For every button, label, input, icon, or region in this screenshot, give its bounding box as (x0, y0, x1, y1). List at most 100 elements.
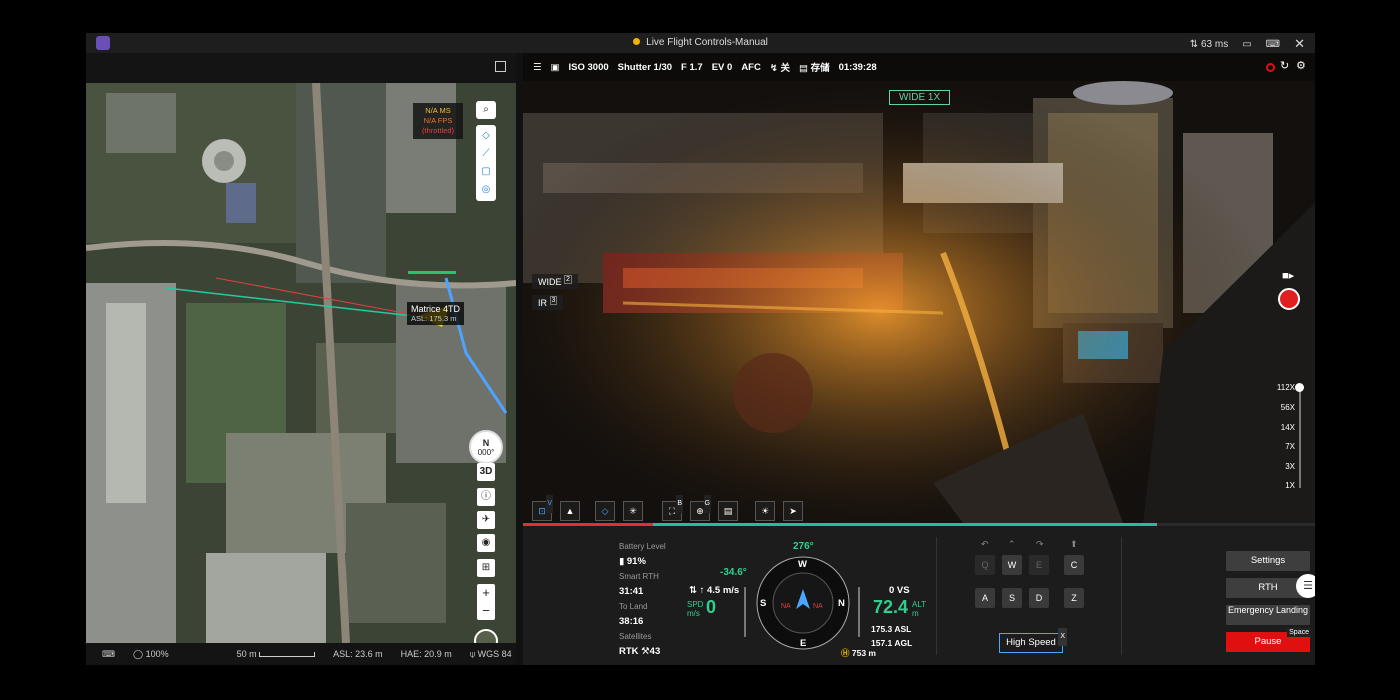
latency-text: 63 ms (1200, 38, 1229, 50)
refresh-icon[interactable]: ↻ (1280, 59, 1289, 72)
key-e[interactable]: E (1029, 555, 1049, 575)
rotate-right-icon: ↷ (1036, 539, 1044, 549)
map-footer: ⌨ ◯ 100% 50 m ASL: 23.6 m HAE: 20.9 m ⍦ … (86, 643, 516, 665)
zoom-out-button[interactable]: − (477, 602, 495, 620)
lens-ir-button[interactable]: IR 3 (532, 295, 564, 310)
sun-tool-icon[interactable]: ✳ (623, 501, 643, 521)
zoom-3x[interactable]: 3X (1285, 462, 1295, 471)
zoom-7x[interactable]: 7X (1285, 442, 1295, 451)
altitude-value: 72.4 (873, 597, 909, 617)
camera-feed[interactable] (523, 53, 1315, 523)
emergency-landing-button[interactable]: Emergency Landing (1226, 605, 1310, 625)
settings-button[interactable]: Settings (1226, 551, 1310, 571)
key-a[interactable]: A (975, 588, 995, 608)
zoom-1x[interactable]: 1X (1285, 481, 1295, 490)
zoom-control: + − (477, 584, 495, 620)
datum-text: WGS 84 (477, 648, 512, 659)
key-z[interactable]: Z (1064, 588, 1084, 608)
zoom-56x[interactable]: 56X (1281, 403, 1295, 412)
lens-wide-key: 2 (564, 275, 572, 284)
map-shape-toolbar: ◇ ⟋ ▢ ◎ (476, 125, 496, 201)
aircraft-locate-icon[interactable]: ✈ (477, 511, 495, 529)
polygon-icon[interactable]: ▢ (477, 163, 495, 181)
fstop-value[interactable]: F 1.7 (681, 62, 703, 73)
keyboard-icon[interactable]: ⌨ (1266, 39, 1280, 50)
zoom-slider[interactable] (1299, 386, 1301, 488)
nav-arrow-icon[interactable]: ➤ (783, 501, 803, 521)
key-q[interactable]: Q (975, 555, 995, 575)
key-w[interactable]: W (1002, 555, 1022, 575)
agl-readout: 157.1 AGL (871, 638, 913, 648)
keyboard-toggle-icon[interactable]: ⌨ (102, 649, 115, 660)
key-s[interactable]: S (1002, 588, 1022, 608)
ai-detect-icon[interactable]: ⛶ B (662, 495, 683, 521)
speed-value: 0 (706, 597, 717, 617)
zoom-14x[interactable]: 14X (1281, 423, 1295, 432)
iso-value[interactable]: ISO 3000 (569, 62, 609, 73)
my-location-icon[interactable]: ◉ (477, 534, 495, 552)
lens-wide-button[interactable]: WIDE 2 (532, 274, 578, 289)
speed-label: SPD m/s (687, 600, 703, 618)
scale-text: 50 m (236, 649, 257, 659)
speed-unit: m/s (687, 609, 700, 618)
map-panel[interactable]: N/A MS N/A FPS (throttled) ⌕ ◇ ⟋ ▢ ◎ Mat… (86, 53, 516, 665)
rth-label: Smart RTH (619, 572, 659, 581)
camera-menu-icon[interactable]: ☰ (533, 62, 542, 73)
shutter-value[interactable]: Shutter 1/30 (618, 62, 672, 73)
window-title: Live Flight Controls-Manual (86, 37, 1315, 48)
focus-mode[interactable]: AFC (741, 62, 761, 73)
map-search-icon[interactable]: ⌕ (477, 101, 495, 119)
pause-key-badge: Space (1287, 628, 1311, 637)
satellite-map[interactable] (86, 83, 516, 643)
camera-mode-icon[interactable]: ▣ (551, 62, 560, 73)
compass-e: E (800, 638, 807, 649)
zoom-slider-thumb[interactable] (1295, 383, 1304, 392)
perf-fps: N/A FPS (423, 116, 453, 125)
expand-map-icon[interactable] (495, 61, 506, 72)
close-icon[interactable]: ✕ (1294, 36, 1305, 52)
flash-text: 关 (780, 63, 790, 74)
camera-settings-icon[interactable]: ⚙ (1296, 59, 1306, 72)
grid-overlay-icon[interactable]: ⊡ V (532, 495, 553, 521)
track-target-icon[interactable]: ⊕ G (690, 495, 711, 521)
pause-button[interactable]: Pause Space (1226, 628, 1311, 652)
record-button[interactable] (1278, 288, 1300, 310)
info-icon[interactable]: ⓘ (477, 488, 495, 506)
map-compass[interactable]: N 000° (469, 430, 503, 464)
key-c[interactable]: C (1064, 555, 1084, 575)
compass-north: N (482, 438, 490, 448)
key-d[interactable]: D (1029, 588, 1049, 608)
scale-bar: 50 m (237, 649, 316, 659)
video-mode-icon[interactable]: ■▸ (1282, 269, 1294, 282)
ai-label-icon[interactable]: ▤ (718, 501, 738, 521)
perf-ms: N/A MS (425, 106, 451, 115)
lens-ir-key: 3 (549, 296, 558, 305)
map-3d-button[interactable]: 3D (477, 463, 495, 481)
lens-wide-label: WIDE (538, 277, 562, 287)
waypoint-icon[interactable]: ◇ (477, 127, 495, 145)
window-title-text: Live Flight Controls-Manual (646, 37, 768, 48)
vertical-speed-up: ⇅ ↑ 4.5 m/s (689, 585, 740, 596)
screen-icon[interactable]: ▭ (1242, 39, 1251, 50)
speed-mode-button[interactable]: High Speed X (999, 628, 1067, 653)
pause-label: Pause (1254, 636, 1282, 647)
progress-start-marker (523, 523, 653, 526)
lens-ir-label: IR (538, 298, 547, 308)
flash-setting[interactable]: ↯ 关 (770, 60, 790, 74)
chat-icon[interactable]: ☰ (1296, 574, 1315, 598)
controls-divider (1121, 537, 1122, 655)
storage-setting[interactable]: ▤ 存储 (799, 60, 830, 74)
brightness-icon[interactable]: ☀ (755, 501, 775, 521)
battery-label: Battery Level (619, 542, 666, 551)
ev-value[interactable]: EV 0 (712, 62, 733, 73)
circle-tool-icon[interactable]: ◎ (477, 181, 495, 199)
zoom-112x[interactable]: 112X (1277, 383, 1295, 392)
pin-point-icon[interactable]: ◇ (595, 501, 615, 521)
zoom-in-button[interactable]: + (477, 584, 495, 602)
map-layers-icon[interactable]: ⊞ (477, 559, 495, 577)
altitude-label-text: ALT (912, 600, 927, 609)
polyline-icon[interactable]: ⟋ (477, 145, 495, 163)
zoom-level-text: 100% (145, 648, 169, 659)
photo-tool-icon[interactable]: ▲ (560, 501, 580, 521)
compass-w: W (798, 559, 807, 570)
